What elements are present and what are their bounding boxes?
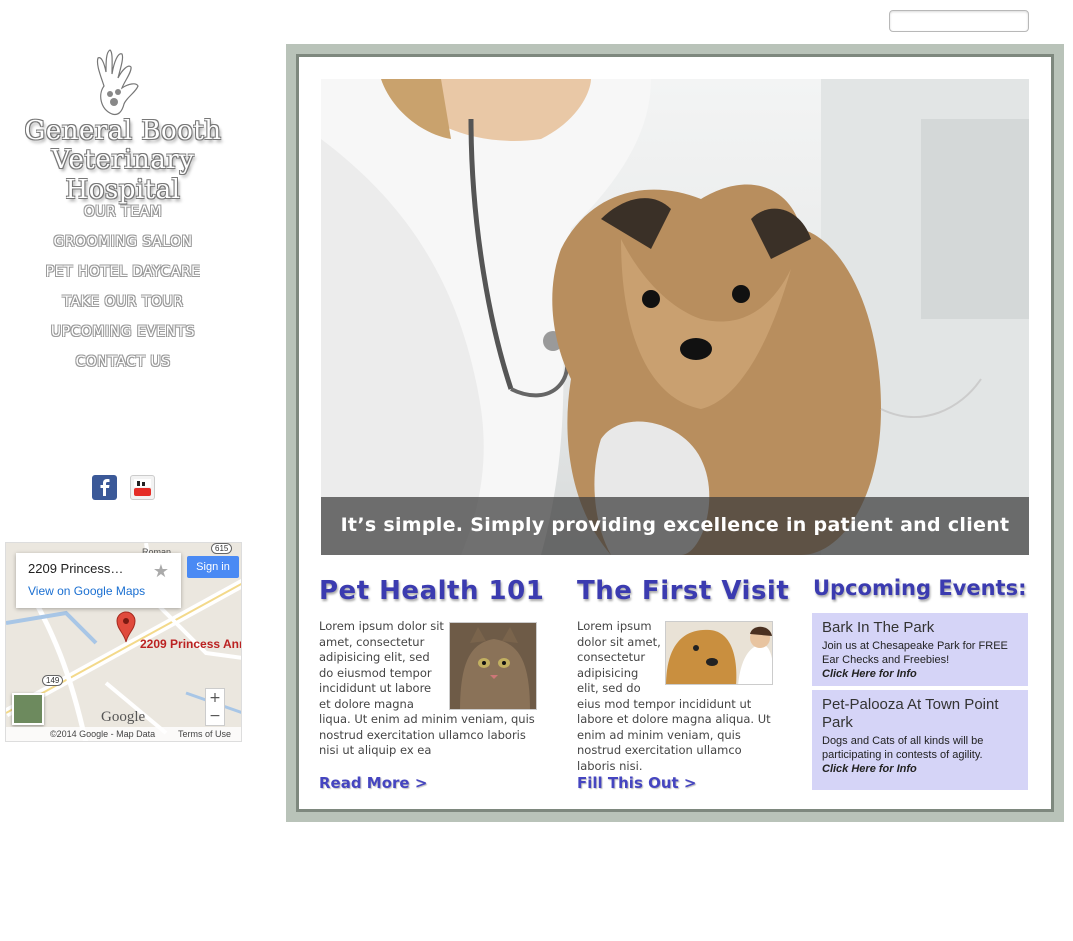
google-map[interactable]: Roman 615 149 2209 Princess… View on Goo… [5,542,242,742]
first-visit-title: The First Visit [577,576,790,606]
zoom-in-button[interactable]: + [206,689,224,707]
route-badge-615: 615 [211,543,233,554]
upcoming-events-title: Upcoming Events: [813,576,1027,600]
first-visit-text: Lorem ipsum dolor sit amet, consectetur … [577,619,775,773]
nav-item-our-team[interactable]: OUR TEAM [0,200,246,230]
zoom-out-button[interactable]: − [206,707,224,725]
map-zoom-control: + − [205,688,225,726]
nav-item-upcoming-events[interactable]: UPCOMING EVENTS [0,320,246,350]
nav-item-take-our-tour[interactable]: TAKE OUR TOUR [0,290,246,320]
facebook-icon[interactable] [92,475,117,500]
event-info-link[interactable]: Click Here for Info [822,762,1018,776]
pet-health-title: Pet Health 101 [319,576,545,606]
map-pin-label: 2209 Princess Anr [140,637,242,651]
map-footer: ©2014 Google - Map Data Terms of Use [6,727,241,741]
main-nav: OUR TEAM GROOMING SALON PET HOTEL DAYCAR… [0,200,246,380]
star-icon[interactable]: ★ [153,561,169,582]
map-place-card: 2209 Princess… View on Google Maps ★ [16,553,181,608]
hero-banner: It’s simple. Simply providing excellence… [321,79,1029,555]
youtube-icon[interactable] [130,475,155,500]
event-name: Pet-Palooza At Town Point Park [822,696,999,731]
nav-item-pet-hotel-daycare[interactable]: PET HOTEL DAYCARE [0,260,246,290]
logo[interactable]: General Booth Veterinary Hospital [0,44,246,205]
logo-title-line2: Veterinary Hospital [51,145,195,205]
map-pin-icon[interactable] [116,611,136,643]
map-terms-link[interactable]: Terms of Use [178,729,231,739]
event-description: Dogs and Cats of all kinds will be parti… [822,735,984,761]
google-logo: Google [101,709,146,725]
map-copyright: ©2014 Google - Map Data [50,729,156,739]
event-info-link[interactable]: Click Here for Info [822,667,1018,681]
read-more-link[interactable]: Read More > [319,774,427,792]
pet-health-text: Lorem ipsum dolor sit amet, consectetur … [319,619,539,759]
paw-hand-logo-icon [96,49,139,116]
fill-this-out-link[interactable]: Fill This Out > [577,774,697,792]
vet-with-puppy-photo [321,79,1029,555]
event-description: Join us at Chesapeake Park for FREE Ear … [822,640,1008,666]
search-input[interactable] [889,10,1029,32]
map-place-title: 2209 Princess… [28,561,124,576]
route-badge-149: 149 [42,675,64,686]
event-name: Bark In The Park [822,619,935,636]
map-sign-in-button[interactable]: Sign in [187,556,239,578]
first-visit-thumb-spacer [663,619,775,687]
nav-item-grooming-salon[interactable]: GROOMING SALON [0,230,246,260]
event-pet-palooza[interactable]: Pet-Palooza At Town Point Park Dogs and … [812,690,1028,790]
logo-title-line1: General Booth [24,116,222,146]
satellite-toggle[interactable] [12,693,44,725]
event-bark-in-the-park[interactable]: Bark In The Park Join us at Chesapeake P… [812,613,1028,686]
pet-health-thumb-spacer [444,619,539,711]
nav-item-contact-us[interactable]: CONTACT US [0,350,246,380]
hero-caption: It’s simple. Simply providing excellence… [321,497,1029,555]
view-on-google-maps-link[interactable]: View on Google Maps [28,584,169,598]
